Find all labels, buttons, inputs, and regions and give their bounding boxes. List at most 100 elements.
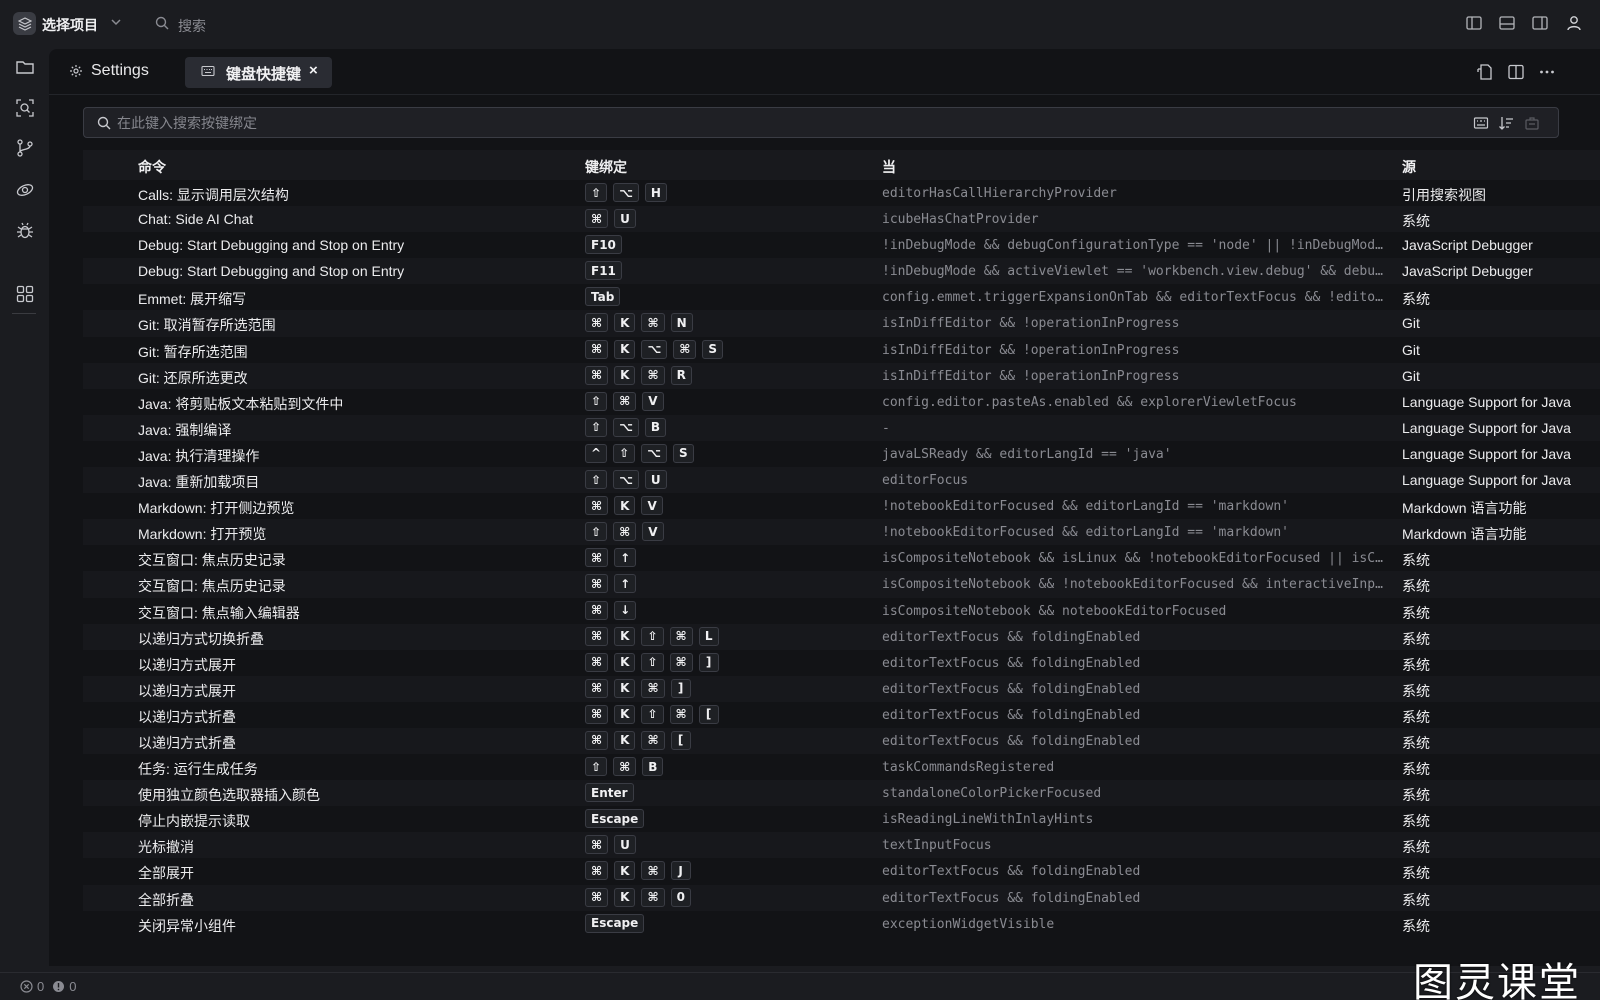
table-row[interactable]: Debug: Start Debugging and Stop on Entry…	[83, 258, 1600, 285]
when-cell: !inDebugMode && debugConfigurationType =…	[882, 238, 1390, 254]
keybinding-cell[interactable]: F10	[585, 235, 622, 255]
table-row[interactable]: Debug: Start Debugging and Stop on Entry…	[83, 232, 1600, 258]
keybinding-cell[interactable]: ⌘ K ⇧ ⌘[	[585, 704, 719, 724]
table-row[interactable]: 停止内嵌提示读取 Escape isReadingLineWithInlayHint…	[83, 806, 1600, 832]
table-row[interactable]: Git: 暂存所选范围 ⌘ K ⌥ ⌘ SisInDiffEditor && !opera…	[83, 337, 1600, 363]
keybinding-cell[interactable]: ⌘ ↑	[585, 548, 637, 568]
keybinding-cell[interactable]: Enter	[585, 783, 634, 803]
table-row[interactable]: 以递归方式折叠 ⌘ K ⇧ ⌘[editorTextFocus && foldingEn…	[83, 702, 1600, 728]
table-row[interactable]: Calls: 显示调用层次结构 ⇧ ⌥ HeditorHasCallHierarchy…	[83, 180, 1600, 206]
extensions-icon[interactable]	[15, 284, 35, 304]
when-cell: isInDiffEditor && !operationInProgress	[882, 368, 1180, 384]
problems-indicator[interactable]: 0 0	[20, 979, 76, 994]
column-header-command[interactable]: 命令	[138, 157, 166, 177]
project-selector[interactable]: 选择项目	[42, 15, 98, 35]
tab-settings[interactable]: Settings	[69, 62, 149, 80]
keybinding-cell[interactable]: Escape	[585, 913, 645, 933]
table-row[interactable]: 交互窗口: 焦点输入编辑器 ⌘ ↓ isCompositeNotebook && no…	[83, 598, 1600, 624]
global-search[interactable]: 搜索	[178, 16, 206, 36]
table-row[interactable]: Emmet: 展开缩写 Tab config.emmet.triggerExpans…	[83, 284, 1600, 310]
remote-explorer-icon[interactable]	[15, 180, 35, 200]
column-header-source[interactable]: 源	[1402, 157, 1416, 177]
table-row[interactable]: 关闭异常小组件 Escape exceptionWidgetVisible 系统	[83, 911, 1600, 937]
keybinding-cell[interactable]: ⌘ ↑	[585, 574, 637, 594]
table-row[interactable]: 交互窗口: 焦点历史记录 ⌘ ↑ isCompositeNotebook && isL…	[83, 545, 1600, 571]
layers-icon[interactable]	[13, 12, 36, 35]
table-row[interactable]: Git: 取消暂存所选范围 ⌘ K ⌘ NisInDiffEditor && !oper…	[83, 310, 1600, 337]
account-icon[interactable]	[1565, 14, 1583, 32]
table-row[interactable]: Java: 重新加载项目 ⇧ ⌥ UeditorFocus Language Suppo…	[83, 467, 1600, 494]
keybinding-cell[interactable]: ⌘ ↓	[585, 600, 637, 620]
keybinding-cell[interactable]: F11	[585, 261, 622, 281]
when-cell: editorTextFocus && foldingEnabled	[882, 733, 1141, 749]
table-row[interactable]: Markdown: 打开侧边预览 ⌘ K V !notebookEditorFocuse…	[83, 493, 1600, 519]
table-row[interactable]: Java: 执行清理操作 ^ ⇧ ⌥ SjavaLSReady && editorLan…	[83, 441, 1600, 467]
table-row[interactable]: Markdown: 打开预览 ⇧ ⌘ V !notebookEditorFocused …	[83, 519, 1600, 546]
when-cell: isCompositeNotebook && isLinux && !noteb…	[882, 551, 1390, 567]
search-icon[interactable]	[155, 16, 169, 30]
toggle-panel-icon[interactable]	[1498, 14, 1516, 32]
keybindings-search-input[interactable]	[117, 112, 1417, 134]
table-row[interactable]: 以递归方式折叠 ⌘ K ⌘[editorTextFocus && foldingEna…	[83, 727, 1600, 755]
keybinding-cell[interactable]: ⇧ ⌥ U	[585, 470, 667, 490]
table-row[interactable]: 以递归方式展开 ⌘ K ⌘] editorTextFocus && foldingEna…	[83, 675, 1600, 702]
keybinding-cell[interactable]: Tab	[585, 287, 621, 307]
table-row[interactable]: 全部折叠 ⌘ K ⌘ 0 editorTextFocus && foldingEnable…	[83, 884, 1600, 911]
chevron-down-icon[interactable]	[110, 16, 122, 28]
keybinding-cell[interactable]: ⇧ ⌘ V	[585, 522, 664, 542]
keybinding-cell[interactable]: ⌘ K ⌘ N	[585, 313, 693, 333]
keybinding-cell[interactable]: ⌘ K ⇧ ⌘ L	[585, 626, 719, 646]
more-actions-icon[interactable]	[1538, 63, 1556, 81]
key-cap: F10	[585, 235, 622, 255]
open-keybindings-json-icon[interactable]	[1476, 63, 1494, 81]
key-cap: ↑	[614, 574, 637, 594]
keybinding-cell[interactable]: ⌘ K ⌘ 0	[585, 887, 691, 907]
keybinding-cell[interactable]: ⌘ U	[585, 835, 636, 855]
keybinding-cell[interactable]: ⇧ ⌘ V	[585, 391, 664, 411]
keybinding-cell[interactable]: ⌘ K V	[585, 496, 663, 516]
keybinding-cell[interactable]: Escape	[585, 809, 645, 829]
explorer-folder-icon[interactable]	[15, 57, 35, 77]
split-editor-icon[interactable]	[1507, 63, 1525, 81]
table-row[interactable]: 以递归方式切换折叠 ⌘ K ⇧ ⌘ LeditorTextFocus && folding…	[83, 623, 1600, 650]
key-cap: ]	[698, 652, 719, 672]
keybinding-cell[interactable]: ⌘ K ⌘]	[585, 678, 691, 698]
debug-bug-icon[interactable]	[15, 221, 35, 241]
keybinding-cell[interactable]: ⌘ K ⌘ J	[585, 861, 691, 881]
sort-by-precedence-icon[interactable]	[1498, 115, 1514, 131]
column-header-keybinding[interactable]: 键绑定	[585, 157, 627, 177]
table-row[interactable]: 使用独立颜色选取器插入颜色 Enter standaloneColorPickerF…	[83, 780, 1600, 807]
keybinding-cell[interactable]: ⌘ K ⌥ ⌘ S	[585, 339, 724, 359]
key-cap: ⌘	[585, 313, 609, 333]
keybinding-cell[interactable]: ⌘ K ⌘ R	[585, 365, 692, 385]
table-row[interactable]: Chat: Side AI Chat ⌘ UicubeHasChatProvider…	[83, 206, 1600, 233]
table-row[interactable]: 交互窗口: 焦点历史记录 ⌘ ↑ isCompositeNotebook && !no…	[83, 571, 1600, 598]
record-keys-icon[interactable]	[1473, 115, 1489, 131]
keybinding-cell[interactable]: ⇧ ⌥ H	[585, 183, 667, 202]
column-header-when[interactable]: 当	[882, 157, 896, 177]
command-cell: 全部展开	[138, 865, 194, 882]
when-cell: !notebookEditorFocused && editorLangId =…	[882, 525, 1289, 541]
keybinding-cell[interactable]: ^ ⇧ ⌥ S	[585, 443, 694, 463]
toggle-sidebar-icon[interactable]	[1465, 14, 1483, 32]
table-row[interactable]: Java: 强制编译 ⇧ ⌥ B - Language Support for Java	[83, 414, 1600, 441]
table-row[interactable]: Git: 还原所选更改 ⌘ K ⌘ RisInDiffEditor && !operat…	[83, 362, 1600, 389]
table-row[interactable]: 任务: 运行生成任务 ⇧ ⌘ BtaskCommandsRegistered 系统	[83, 754, 1600, 780]
clear-search-icon[interactable]	[1524, 115, 1540, 131]
keybinding-cell[interactable]: ⌘ K ⌘[	[585, 730, 691, 750]
keybinding-cell[interactable]: ⌘ K ⇧ ⌘]	[585, 652, 719, 672]
key-cap: K	[614, 652, 636, 672]
keybinding-cell[interactable]: ⌘ U	[585, 209, 636, 229]
toggle-secondary-sidebar-icon[interactable]	[1531, 14, 1549, 32]
tab-keyboard-shortcuts[interactable]: 键盘快捷键 ×	[185, 57, 332, 88]
table-row[interactable]: 全部展开 ⌘ K ⌘ JeditorTextFocus && foldingEnable…	[83, 858, 1600, 884]
command-cell: Java: 将剪贴板文本粘贴到文件中	[138, 395, 344, 412]
source-control-icon[interactable]	[15, 138, 35, 158]
keybinding-cell[interactable]: ⇧ ⌘ B	[585, 757, 664, 777]
keybinding-cell[interactable]: ⇧ ⌥ B	[585, 417, 667, 437]
search-view-icon[interactable]	[15, 98, 35, 118]
close-icon[interactable]: ×	[309, 62, 318, 79]
table-row[interactable]: 以递归方式展开 ⌘ K ⇧ ⌘] editorTextFocus && foldingEn…	[83, 650, 1600, 676]
table-row[interactable]: Java: 将剪贴板文本粘贴到文件中 ⇧ ⌘ Vconfig.editor.paste…	[83, 389, 1600, 415]
table-row[interactable]: 光标撤消 ⌘ UtextInputFocus 系统	[83, 832, 1600, 859]
